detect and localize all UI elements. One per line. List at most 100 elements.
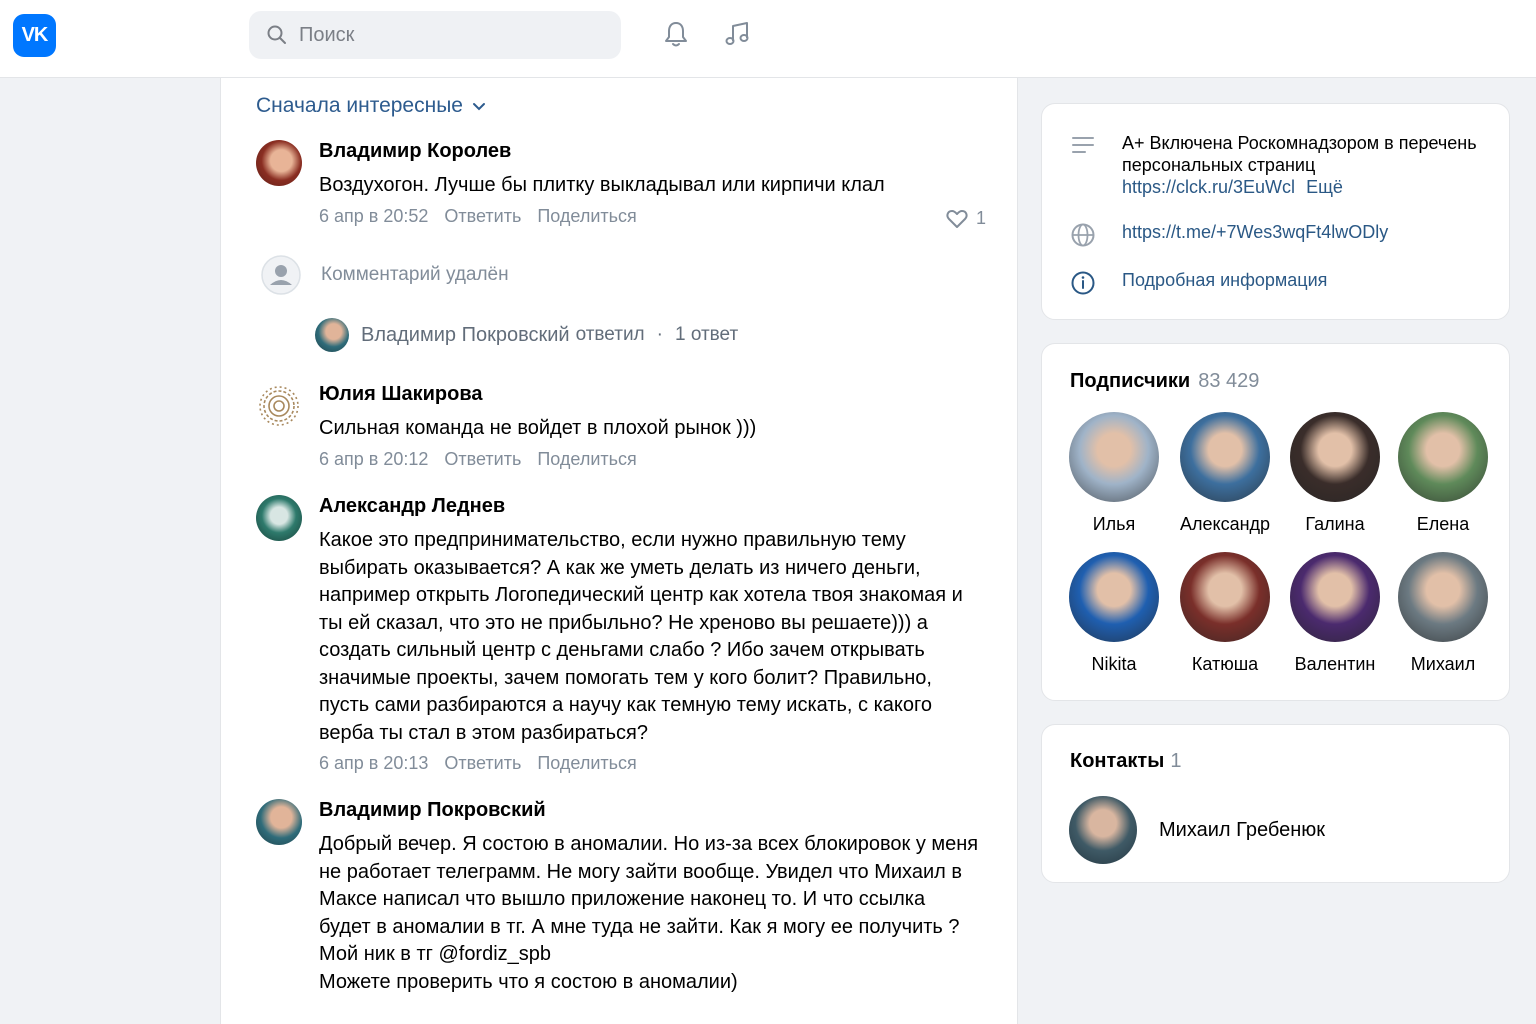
comment-item: Александр Леднев Какое это предпринимате…: [256, 495, 986, 774]
comment-date[interactable]: 6 апр в 20:12: [319, 449, 428, 470]
subscriber-item[interactable]: Илья: [1064, 412, 1164, 535]
details-row: Подробная информация: [1070, 270, 1327, 296]
info-card: A+ Включена Роскомнадзором в перечень пе…: [1041, 103, 1510, 320]
website-link[interactable]: https://t.me/+7Wes3wqFt4lwODly: [1122, 222, 1388, 243]
user-placeholder-icon: [261, 255, 301, 295]
comment-date[interactable]: 6 апр в 20:52: [319, 206, 428, 227]
avatar: [1290, 552, 1380, 642]
comment-meta: 6 апр в 20:13 Ответить Поделиться: [319, 753, 979, 774]
subscriber-name: Nikita: [1091, 654, 1137, 674]
reply-button[interactable]: Ответить: [444, 449, 521, 470]
avatar: [1069, 796, 1137, 864]
subscriber-item[interactable]: Катюша: [1175, 552, 1275, 675]
subscribers-title[interactable]: Подписчики 83 429: [1070, 370, 1259, 393]
comment-item: Юлия Шакирова Сильная команда не войдет …: [256, 383, 986, 470]
description-line-2: персональных страниц: [1122, 155, 1316, 175]
search-bar[interactable]: [249, 11, 621, 59]
reply-separator: ·: [656, 324, 663, 345]
contact-name: Михаил Гребенюк: [1159, 818, 1326, 841]
contacts-label: Контакты: [1070, 750, 1165, 772]
share-button[interactable]: Поделиться: [537, 206, 636, 227]
comments-feed: Сначала интересные Владимир Королев Возд…: [220, 78, 1018, 1024]
reply-count: 1 ответ: [674, 324, 739, 345]
subscriber-name: Елена: [1416, 514, 1470, 534]
comment-author[interactable]: Юлия Шакирова: [319, 383, 986, 406]
reply-author: Владимир Покровский: [361, 323, 570, 346]
chevron-down-icon: [473, 103, 485, 111]
more-link[interactable]: Ещё: [1306, 177, 1343, 197]
subscribers-count: 83 429: [1198, 370, 1260, 392]
avatar: [1069, 412, 1159, 502]
replies-link[interactable]: Владимир Покровский ответил · 1 ответ: [315, 318, 738, 352]
subscriber-item[interactable]: Михаил: [1393, 552, 1493, 675]
description-line-1: A+ Включена Роскомнадзором в перечень: [1122, 133, 1477, 153]
details-link[interactable]: Подробная информация: [1122, 270, 1327, 291]
avatar[interactable]: [256, 383, 302, 429]
subscriber-name: Катюша: [1191, 654, 1259, 674]
vk-logo[interactable]: VK: [13, 14, 56, 57]
comment-text: Добрый вечер. Я состою в аномалии. Но из…: [319, 833, 979, 965]
logo-text: VK: [21, 24, 49, 46]
info-icon: [1071, 271, 1095, 295]
avatar: [1180, 552, 1270, 642]
comment-author[interactable]: Владимир Королев: [319, 140, 986, 163]
share-button[interactable]: Поделиться: [537, 449, 636, 470]
heart-icon: [946, 209, 968, 228]
share-button[interactable]: Поделиться: [537, 753, 636, 774]
comment-item: Владимир Покровский Добрый вечер. Я сост…: [256, 799, 986, 996]
comment-text: Сильная команда не войдет в плохой рынок…: [319, 417, 757, 439]
subscriber-name: Александр: [1179, 514, 1271, 534]
website-row: https://t.me/+7Wes3wqFt4lwODly: [1070, 222, 1388, 248]
avatar: [1290, 412, 1380, 502]
avatar[interactable]: [256, 799, 302, 845]
sort-dropdown[interactable]: Сначала интересные: [256, 94, 487, 118]
avatar[interactable]: [256, 140, 302, 186]
subscriber-item[interactable]: Галина: [1285, 412, 1385, 535]
top-header: VK: [0, 0, 1536, 78]
reply-button[interactable]: Ответить: [444, 753, 521, 774]
contacts-card: Контакты 1 Михаил Гребенюк: [1041, 724, 1510, 883]
search-icon: [267, 25, 286, 44]
comment-meta: 6 апр в 20:12 Ответить Поделиться: [319, 449, 986, 470]
comment-item: Владимир Королев Воздухогон. Лучше бы пл…: [256, 140, 986, 229]
avatar: [1069, 552, 1159, 642]
avatar[interactable]: [256, 495, 302, 541]
description-row: A+ Включена Роскомнадзором в перечень пе…: [1070, 132, 1492, 198]
avatar: [1398, 552, 1488, 642]
music-icon[interactable]: [720, 17, 754, 51]
comment-text: Какое это предпринимательство, если нужн…: [319, 529, 963, 744]
subscriber-item[interactable]: Елена: [1393, 412, 1493, 535]
subscriber-item[interactable]: Nikita: [1064, 552, 1164, 675]
search-input[interactable]: [299, 23, 599, 47]
subscriber-item[interactable]: Александр: [1175, 412, 1275, 535]
reply-button[interactable]: Ответить: [444, 206, 521, 227]
avatar: [1398, 412, 1488, 502]
reply-action: ответил: [575, 324, 645, 345]
subscriber-name: Галина: [1305, 514, 1365, 534]
subscriber-name: Валентин: [1294, 654, 1376, 674]
comment-meta: 6 апр в 20:52 Ответить Поделиться: [319, 206, 986, 227]
contact-item[interactable]: Михаил Гребенюк: [1069, 796, 1325, 864]
globe-icon: [1071, 223, 1095, 247]
like-button[interactable]: 1: [946, 208, 986, 229]
comment-date[interactable]: 6 апр в 20:13: [319, 753, 428, 774]
contacts-title[interactable]: Контакты 1: [1070, 750, 1181, 773]
like-count: 1: [975, 208, 986, 228]
contacts-count: 1: [1170, 750, 1182, 772]
avatar: [1180, 412, 1270, 502]
comment-text: Воздухогон. Лучше бы плитку выкладывал и…: [319, 174, 885, 196]
subscribers-label: Подписчики: [1070, 370, 1191, 392]
description-link[interactable]: https://clck.ru/3EuWcl: [1122, 177, 1295, 197]
deleted-comment: Комментарий удалён: [261, 255, 509, 295]
comment-author[interactable]: Владимир Покровский: [319, 799, 979, 822]
text-lines-icon: [1072, 137, 1094, 153]
sort-label: Сначала интересные: [256, 94, 463, 117]
subscriber-name: Илья: [1092, 514, 1136, 534]
subscriber-name: Михаил: [1410, 654, 1476, 674]
comment-text-continued: Можете проверить что я состою в аномалии…: [319, 970, 738, 993]
deleted-label: Комментарий удалён: [321, 264, 509, 285]
comment-author[interactable]: Александр Леднев: [319, 495, 979, 518]
subscriber-item[interactable]: Валентин: [1285, 552, 1385, 675]
bell-icon[interactable]: [659, 17, 693, 51]
subscribers-card: Подписчики 83 429 Илья Александр Галина Елен…: [1041, 343, 1510, 701]
